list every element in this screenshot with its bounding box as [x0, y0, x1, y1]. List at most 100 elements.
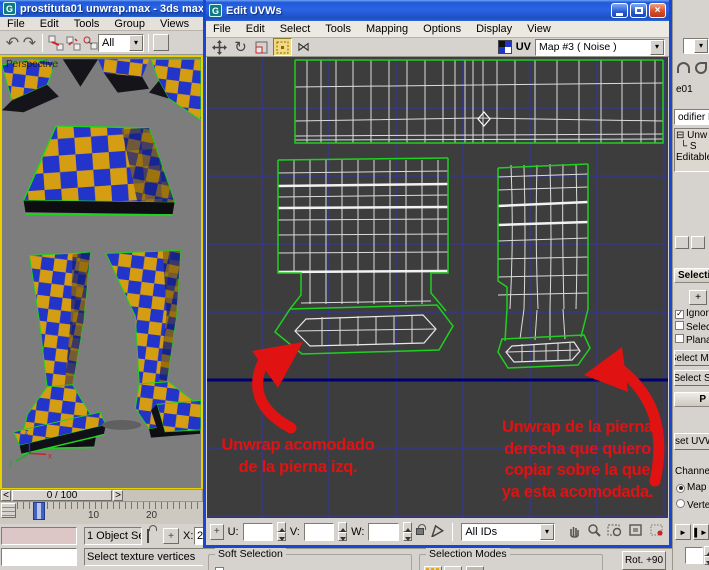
menu-edit[interactable]: Edit: [40, 18, 59, 30]
uvw-menu-view[interactable]: View: [527, 23, 551, 35]
command-tab-icon[interactable]: [677, 62, 690, 73]
scale-tool-icon[interactable]: [252, 38, 271, 56]
object-name-field[interactable]: e01: [676, 84, 693, 95]
face-mode-icon[interactable]: [466, 566, 484, 570]
play-button[interactable]: ►: [675, 524, 691, 540]
menu-tools[interactable]: Tools: [74, 18, 100, 30]
mini-curve-editor-icon[interactable]: [1, 503, 16, 518]
flatten-icon[interactable]: [428, 524, 445, 540]
u-spinner[interactable]: [276, 522, 286, 541]
absolute-mode-icon[interactable]: +: [163, 528, 179, 544]
menu-file[interactable]: File: [7, 18, 25, 30]
reset-uvws-button[interactable]: eset UVW: [674, 433, 709, 450]
command-tab2-icon[interactable]: [695, 62, 707, 74]
u-label: U:: [227, 525, 239, 538]
zoom-icon[interactable]: [587, 523, 602, 541]
maxscript-mini-listener-pink[interactable]: [1, 527, 77, 545]
uvw-menu-display[interactable]: Display: [476, 23, 512, 35]
zoom-to-selection-icon[interactable]: [649, 523, 665, 541]
uvw-menu-options[interactable]: Options: [423, 23, 461, 35]
lock-selection-icon[interactable]: [415, 524, 426, 535]
vertex-mode-icon[interactable]: [424, 566, 442, 570]
dropdown-arrow-icon[interactable]: ▾: [129, 34, 143, 51]
freeform-mode-icon[interactable]: [273, 38, 292, 56]
uvw-menu-select[interactable]: Select: [280, 23, 311, 35]
selection-filter-dropdown[interactable]: All ▾: [98, 33, 144, 52]
map-channel-radio[interactable]: Map Ch: [676, 482, 709, 493]
zoom-region-icon[interactable]: [607, 523, 623, 541]
parameters-rollout-header[interactable]: P: [674, 392, 709, 407]
rotate-plus90-button[interactable]: Rot. +90: [622, 551, 666, 570]
partial-toolbutton[interactable]: [153, 34, 169, 51]
uvw-menu-file[interactable]: File: [213, 23, 231, 35]
u-input[interactable]: [242, 522, 273, 541]
select-and-link-icon[interactable]: [47, 34, 64, 51]
timeline-next-button[interactable]: >: [113, 490, 123, 501]
ignore-backfacing-checkbox[interactable]: ✓Ignore B: [675, 308, 709, 319]
named-selection-arrow-icon[interactable]: ▾: [694, 39, 708, 53]
next-frame-button[interactable]: ▌►: [693, 524, 709, 540]
stack-item-editable[interactable]: Editable: [676, 152, 709, 163]
uv-canvas[interactable]: Unwrap acomodado de la pierna izq. Unwra…: [207, 57, 668, 518]
uvw-titlebar[interactable]: G Edit UVWs ×: [206, 0, 669, 21]
map-selector-dropdown[interactable]: Map #3 ( Noise ) ▾: [535, 38, 665, 56]
menu-views[interactable]: Views: [160, 18, 189, 30]
tree-minus-icon[interactable]: ⊟: [676, 130, 684, 141]
viewport-label[interactable]: Perspective: [6, 59, 58, 70]
time-slider-button[interactable]: 0 / 100: [12, 490, 112, 501]
v-input[interactable]: [303, 522, 335, 541]
id-filter-arrow-icon[interactable]: ▾: [539, 523, 554, 540]
maximize-button[interactable]: [630, 3, 647, 18]
frame-number-field[interactable]: [685, 547, 703, 564]
uv-space-label[interactable]: UV: [516, 41, 531, 53]
stack-item-sub[interactable]: └ S: [676, 141, 708, 152]
v-spinner[interactable]: [338, 522, 348, 541]
top-strip-mesh[interactable]: [294, 59, 664, 144]
id-filter-dropdown[interactable]: All IDs ▾: [461, 522, 555, 541]
timeline-prev-button[interactable]: <: [1, 490, 11, 501]
map-selector-value: Map #3 ( Noise ): [539, 41, 617, 53]
stack-showend-icon[interactable]: [691, 236, 705, 249]
close-button[interactable]: ×: [649, 3, 666, 18]
redo-icon[interactable]: ↷: [21, 34, 38, 52]
uvw-menu-edit[interactable]: Edit: [246, 23, 265, 35]
unlink-icon[interactable]: [64, 34, 81, 51]
id-filter-value: All IDs: [465, 525, 498, 538]
named-selection-dropdown[interactable]: ▾: [683, 38, 709, 54]
left-leg-uv-mesh[interactable]: [274, 157, 454, 355]
planar-angle-checkbox[interactable]: Planar A: [675, 334, 709, 346]
select-sg-button[interactable]: Select S: [674, 370, 709, 386]
absolute-typein-icon[interactable]: +: [210, 523, 224, 540]
zoom-extents-icon[interactable]: [628, 523, 644, 541]
show-map-icon[interactable]: [497, 40, 512, 54]
select-element-checkbox[interactable]: Select E: [675, 321, 709, 333]
uvw-menu-mapping[interactable]: Mapping: [366, 23, 408, 35]
perspective-viewport[interactable]: x y z Perspective: [0, 55, 203, 490]
uvw-menu-tools[interactable]: Tools: [325, 23, 351, 35]
w-spinner[interactable]: [402, 522, 412, 541]
plus-button[interactable]: +: [689, 290, 707, 305]
selection-lock-icon[interactable]: [147, 529, 149, 543]
minimize-button[interactable]: [611, 3, 628, 18]
frame-spinner[interactable]: [704, 546, 709, 565]
undo-icon[interactable]: ↶: [4, 34, 21, 52]
stack-item-unwrap[interactable]: ⊟ Unw: [676, 130, 708, 141]
stack-pin-icon[interactable]: [675, 236, 689, 249]
selection-rollout-header[interactable]: Selecti: [674, 268, 709, 283]
maxscript-mini-listener-white[interactable]: [1, 548, 77, 566]
time-slider-marker[interactable]: [33, 502, 45, 520]
track-bar[interactable]: 10 20: [0, 502, 203, 524]
modifier-list-dropdown[interactable]: odifier List: [674, 109, 709, 125]
edge-mode-icon[interactable]: [444, 566, 462, 570]
map-dropdown-arrow-icon[interactable]: ▾: [650, 39, 664, 55]
w-input[interactable]: [368, 522, 399, 541]
pan-hand-icon[interactable]: [567, 523, 582, 541]
bind-spacewarp-icon[interactable]: [81, 34, 98, 51]
menu-group[interactable]: Group: [114, 18, 145, 30]
move-tool-icon[interactable]: [210, 38, 229, 56]
vertex-color-radio[interactable]: Vertex: [676, 499, 709, 511]
right-leg-uv-mesh[interactable]: [497, 163, 591, 369]
rotate-tool-icon[interactable]: ↻: [231, 38, 250, 56]
select-matid-button[interactable]: Select Ma: [674, 350, 709, 366]
mirror-tool-icon[interactable]: ⋈: [294, 38, 313, 56]
